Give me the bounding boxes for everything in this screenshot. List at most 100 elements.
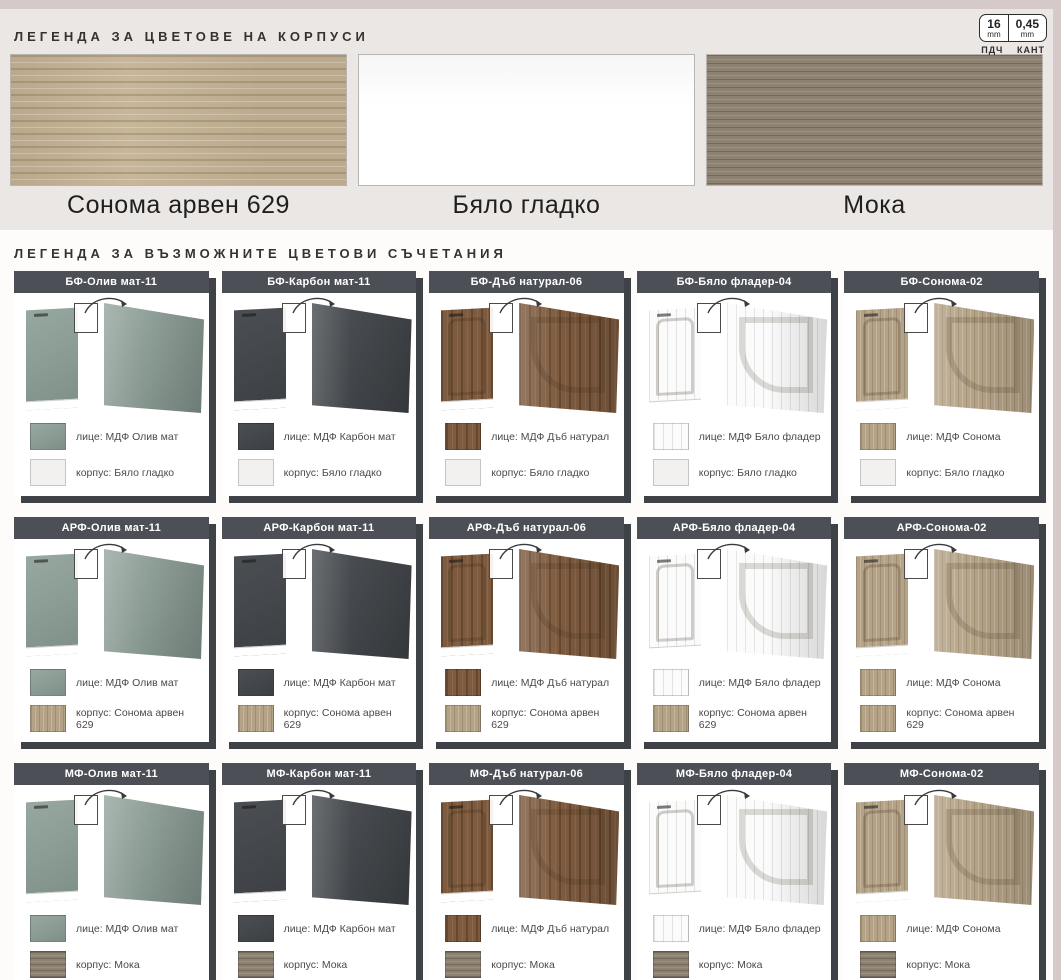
zoom-arrow-icon xyxy=(703,785,755,807)
body-label: корпус: Сонома арвен 629 xyxy=(284,707,411,731)
combination-card: АРФ-Дъб натурал-06 лице: МДФ Дъб натурал xyxy=(429,517,624,742)
door-frame-detail xyxy=(448,563,486,642)
swatch-sonoma-arven: Сонома арвен 629 xyxy=(10,54,347,220)
face-legend-row: лице: МДФ Сонома xyxy=(860,669,1033,696)
body-legend-row: корпус: Мока xyxy=(445,951,618,978)
card-legend: лице: МДФ Сонома корпус: Сонома арвен 62… xyxy=(844,665,1039,732)
body-legend-row: корпус: Мока xyxy=(653,951,826,978)
body-legend-row: корпус: Бяло гладко xyxy=(30,459,203,486)
face-color-chip xyxy=(445,423,481,450)
face-legend-row: лице: МДФ Бяло фладер xyxy=(653,669,826,696)
board-material-label: ПДЧ xyxy=(981,45,1003,55)
door-front-small xyxy=(441,554,493,657)
body-label: корпус: Бяло гладко xyxy=(491,467,589,479)
zoom-arrow-icon xyxy=(703,539,755,561)
card-title: БФ-Сонома-02 xyxy=(844,271,1039,293)
zoom-arrow-icon xyxy=(495,785,547,807)
thickness-badge: 16 mm 0,45 mm xyxy=(979,14,1047,42)
door-illustration xyxy=(637,293,832,419)
door-detail-large xyxy=(519,549,619,659)
door-detail-large xyxy=(312,549,412,659)
zoom-arrow-icon xyxy=(495,539,547,561)
combination-card: АРФ-Карбон мат-11 лице: МДФ Карбон мат xyxy=(222,517,417,742)
body-color-chip xyxy=(238,705,274,732)
door-illustration xyxy=(222,539,417,665)
combinations-title: ЛЕГЕНДА ЗА ВЪЗМОЖНИТЕ ЦВЕТОВИ СЪЧЕТАНИЯ xyxy=(14,246,1047,261)
body-color-chip xyxy=(30,951,66,978)
door-front-small xyxy=(234,308,286,411)
body-legend-row: корпус: Сонома арвен 629 xyxy=(30,705,203,732)
door-frame-detail xyxy=(448,317,486,396)
face-legend-row: лице: МДФ Карбон мат xyxy=(238,669,411,696)
face-label: лице: МДФ Олив мат xyxy=(76,431,178,443)
edge-thickness: 0,45 mm xyxy=(1008,15,1046,41)
face-color-chip xyxy=(653,915,689,942)
combination-card: АРФ-Бяло фладер-04 лице: МДФ Бяло фладер xyxy=(637,517,832,742)
body-label: корпус: Мока xyxy=(906,959,970,971)
door-frame-detail xyxy=(656,563,694,642)
face-legend-row: лице: МДФ Дъб натурал xyxy=(445,669,618,696)
door-illustration xyxy=(222,293,417,419)
face-legend-row: лице: МДФ Олив мат xyxy=(30,915,203,942)
door-detail-large xyxy=(312,795,412,905)
door-frame-detail-large xyxy=(739,809,813,885)
door-illustration xyxy=(429,539,624,665)
combination-card: МФ-Олив мат-11 лице: МДФ Олив мат ко xyxy=(14,763,209,980)
card-legend: лице: МДФ Дъб натурал корпус: Сонома арв… xyxy=(429,665,624,732)
door-plinth xyxy=(234,399,286,411)
card-legend: лице: МДФ Олив мат корпус: Мока xyxy=(14,911,209,978)
door-frame-detail xyxy=(656,317,694,396)
edge-band-badge: 16 mm 0,45 mm ПДЧ КАНТ xyxy=(979,14,1047,55)
body-legend-row: корпус: Мока xyxy=(860,951,1033,978)
face-label: лице: МДФ Карбон мат xyxy=(284,677,396,689)
body-color-chip xyxy=(30,459,66,486)
combination-card: АРФ-Олив мат-11 лице: МДФ Олив мат к xyxy=(14,517,209,742)
card-title: АРФ-Сонома-02 xyxy=(844,517,1039,539)
face-color-chip xyxy=(30,423,66,450)
card-legend: лице: МДФ Бяло фладер корпус: Бяло гладк… xyxy=(637,419,832,486)
moka-swatch xyxy=(706,54,1043,186)
white-smooth-swatch xyxy=(358,54,695,186)
combination-card: АРФ-Сонома-02 лице: МДФ Сонома корпу xyxy=(844,517,1039,742)
right-accent-strip xyxy=(1053,0,1061,980)
door-frame-detail-large xyxy=(946,809,1020,885)
zoom-arrow-icon xyxy=(80,785,132,807)
face-legend-row: лице: МДФ Бяло фладер xyxy=(653,915,826,942)
body-legend-row: корпус: Бяло гладко xyxy=(445,459,618,486)
face-label: лице: МДФ Олив мат xyxy=(76,923,178,935)
body-color-chip xyxy=(238,951,274,978)
body-label: корпус: Сонома арвен 629 xyxy=(906,707,1033,731)
face-legend-row: лице: МДФ Олив мат xyxy=(30,423,203,450)
combination-card: БФ-Карбон мат-11 лице: МДФ Карбон мат xyxy=(222,271,417,496)
face-color-chip xyxy=(860,423,896,450)
swatch-moka: Мока xyxy=(706,54,1043,220)
door-illustration xyxy=(429,293,624,419)
face-label: лице: МДФ Бяло фладер xyxy=(699,923,821,935)
door-detail-large xyxy=(104,795,204,905)
face-color-chip xyxy=(860,669,896,696)
card-legend: лице: МДФ Олив мат корпус: Сонома арвен … xyxy=(14,665,209,732)
face-color-chip xyxy=(445,669,481,696)
card-title: БФ-Олив мат-11 xyxy=(14,271,209,293)
face-color-chip xyxy=(445,915,481,942)
body-label: корпус: Сонома арвен 629 xyxy=(699,707,826,731)
door-detail-large xyxy=(519,795,619,905)
face-color-chip xyxy=(238,915,274,942)
door-frame-detail-large xyxy=(946,563,1020,639)
face-label: лице: МДФ Бяло фладер xyxy=(699,677,821,689)
combinations-row-bf: БФ-Олив мат-11 лице: МДФ Олив мат ко xyxy=(14,271,1047,496)
door-detail-large xyxy=(934,549,1034,659)
card-legend: лице: МДФ Карбон мат корпус: Сонома арве… xyxy=(222,665,417,732)
door-plinth xyxy=(649,891,701,903)
door-plinth xyxy=(856,399,908,411)
face-color-chip xyxy=(30,669,66,696)
zoom-arrow-icon xyxy=(288,293,340,315)
combination-card: БФ-Дъб натурал-06 лице: МДФ Дъб натурал xyxy=(429,271,624,496)
door-illustration xyxy=(14,785,209,911)
color-combinations-section: ЛЕГЕНДА ЗА ВЪЗМОЖНИТЕ ЦВЕТОВИ СЪЧЕТАНИЯ … xyxy=(0,230,1061,980)
card-title: БФ-Дъб натурал-06 xyxy=(429,271,624,293)
face-label: лице: МДФ Сонома xyxy=(906,431,1000,443)
face-legend-row: лице: МДФ Сонома xyxy=(860,915,1033,942)
swatch-white-smooth: Бяло гладко xyxy=(358,54,695,220)
body-label: корпус: Мока xyxy=(284,959,348,971)
